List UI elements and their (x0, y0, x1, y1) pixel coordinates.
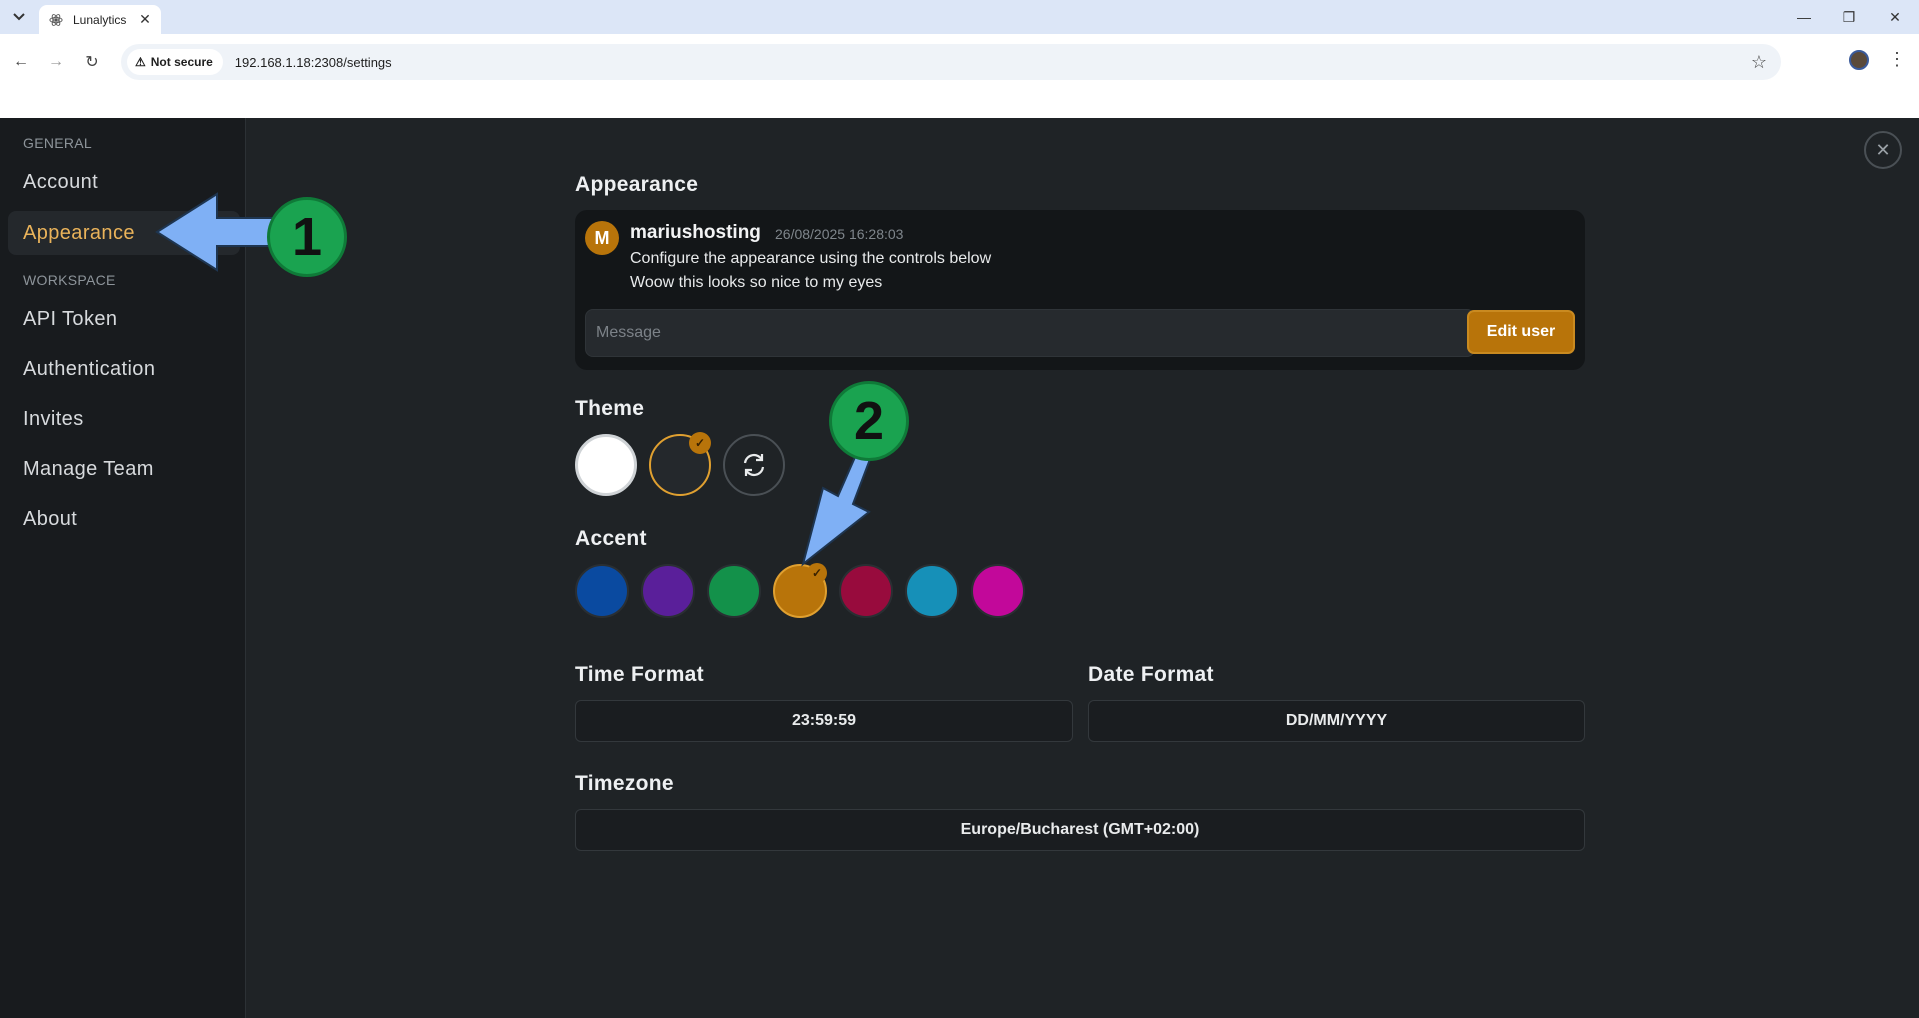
sidebar-item-authentication[interactable]: Authentication (8, 347, 240, 391)
minimize-icon[interactable]: — (1789, 6, 1819, 28)
close-tab-icon[interactable]: ✕ (137, 11, 153, 27)
theme-light-swatch[interactable] (575, 434, 637, 496)
callout-number-1: 1 (267, 197, 347, 277)
message-input[interactable]: Message (585, 309, 1475, 357)
timezone-heading: Timezone (575, 772, 674, 795)
sync-icon (743, 453, 765, 477)
browser-tab[interactable]: Lunalytics ✕ (39, 5, 161, 34)
chevron-down-icon (13, 13, 25, 21)
window-close-icon[interactable]: ✕ (1880, 6, 1910, 28)
back-icon[interactable]: ← (7, 48, 35, 76)
selected-check-icon: ✓ (689, 432, 711, 454)
page-title: Appearance (575, 173, 699, 196)
reload-icon[interactable]: ↻ (78, 48, 106, 76)
message-line-1: Configure the appearance using the contr… (630, 250, 992, 267)
browser-menu-icon[interactable]: ⋮ (1887, 48, 1907, 72)
accent-swatch-orange[interactable]: ✓ (773, 563, 827, 618)
accent-swatch-blue[interactable] (575, 564, 629, 618)
profile-avatar[interactable] (1849, 50, 1869, 70)
theme-heading: Theme (575, 397, 645, 420)
bookmark-star-icon[interactable]: ☆ (1751, 52, 1767, 73)
message-line-2: Woow this looks so nice to my eyes (630, 274, 883, 291)
browser-tab-bar: Lunalytics ✕ — ❐ ✕ (0, 0, 1919, 34)
callout-number-2: 2 (829, 381, 909, 461)
date-format-heading: Date Format (1088, 663, 1214, 686)
address-bar[interactable]: ⚠ Not secure 192.168.1.18:2308/settings … (121, 44, 1781, 80)
forward-icon[interactable]: → (42, 48, 70, 76)
date-format-select[interactable]: DD/MM/YYYY (1088, 700, 1585, 742)
sidebar-item-api-token[interactable]: API Token (8, 297, 240, 341)
edit-user-button[interactable]: Edit user (1467, 310, 1575, 354)
message-username: mariushosting (630, 222, 761, 243)
theme-dark-swatch[interactable]: ✓ (649, 432, 711, 496)
theme-system-swatch[interactable] (723, 434, 785, 496)
accent-swatch-purple[interactable] (641, 564, 695, 618)
close-icon: ✕ (1875, 139, 1891, 160)
browser-toolbar: ← → ↻ ⚠ Not secure 192.168.1.18:2308/set… (0, 34, 1919, 118)
sidebar-item-about[interactable]: About (8, 497, 240, 541)
close-settings-button[interactable]: ✕ (1864, 131, 1902, 169)
tab-title: Lunalytics (73, 12, 127, 27)
accent-swatch-crimson[interactable] (839, 564, 893, 618)
security-label: Not secure (150, 55, 213, 69)
tab-search-button[interactable] (7, 7, 31, 27)
avatar: M (585, 221, 619, 255)
warning-icon: ⚠ (135, 55, 146, 69)
url-text[interactable]: 192.168.1.18:2308/settings (235, 55, 392, 70)
sidebar-item-invites[interactable]: Invites (8, 397, 240, 441)
accent-heading: Accent (575, 527, 647, 550)
restore-icon[interactable]: ❐ (1834, 6, 1864, 28)
time-format-select[interactable]: 23:59:59 (575, 700, 1073, 742)
sidebar-item-manage-team[interactable]: Manage Team (8, 447, 240, 491)
message-preview-card: M mariushosting 26/08/2025 16:28:03 Conf… (575, 210, 1585, 370)
timezone-select[interactable]: Europe/Bucharest (GMT+02:00) (575, 809, 1585, 851)
lunalytics-favicon-icon (49, 13, 63, 26)
time-format-heading: Time Format (575, 663, 704, 686)
accent-swatch-magenta[interactable] (971, 564, 1025, 618)
message-timestamp: 26/08/2025 16:28:03 (775, 226, 904, 242)
section-label-workspace: WORKSPACE (23, 272, 116, 288)
accent-swatch-green[interactable] (707, 564, 761, 618)
section-label-general: GENERAL (23, 135, 93, 151)
arrow-2-icon (801, 446, 874, 567)
security-chip[interactable]: ⚠ Not secure (127, 49, 223, 75)
arrow-1-icon (155, 192, 274, 272)
accent-swatch-cyan[interactable] (905, 564, 959, 618)
